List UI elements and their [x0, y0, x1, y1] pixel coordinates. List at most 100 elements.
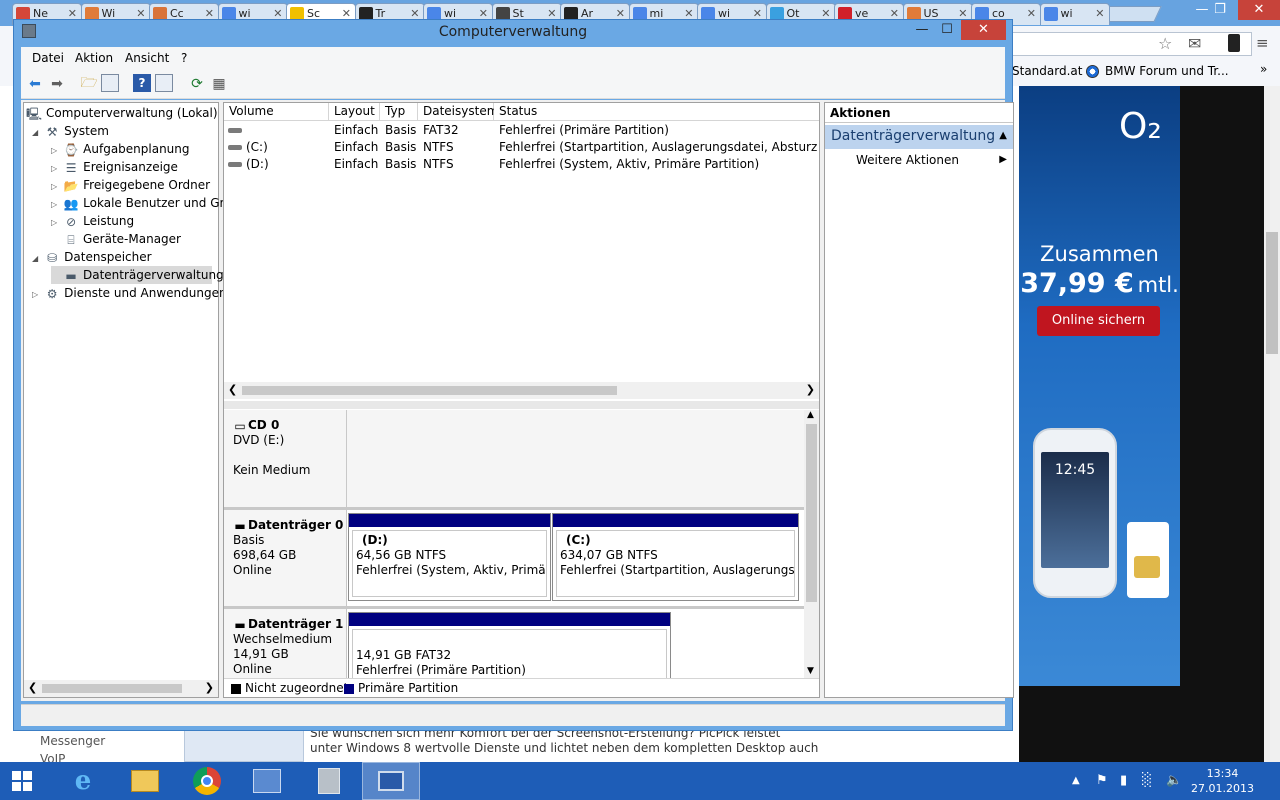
partition-removable[interactable]: 14,91 GB FAT32 Fehlerfrei (Primäre Parti…: [348, 612, 671, 678]
disk-label-disk1[interactable]: ▬ Datenträger 1 Wechselmedium 14,91 GB On…: [224, 609, 347, 678]
column-header-typ[interactable]: Typ: [380, 103, 418, 121]
star-icon[interactable]: ☆: [1158, 34, 1172, 53]
column-header-volume[interactable]: Volume: [224, 103, 329, 121]
forward-arrow-icon[interactable]: ➡: [47, 74, 67, 94]
pane-splitter[interactable]: [224, 401, 819, 409]
actions-section-disk-management[interactable]: Datenträgerverwaltung ▲: [825, 125, 1013, 149]
show-hidden-icons[interactable]: ▲: [1072, 775, 1080, 786]
collapse-icon[interactable]: ▲: [999, 130, 1007, 141]
back-arrow-icon[interactable]: ⬅: [25, 74, 45, 94]
show-action-pane-icon[interactable]: [155, 74, 173, 92]
disk-label-disk0[interactable]: ▬ Datenträger 0 Basis 698,64 GB Online: [224, 510, 347, 606]
taskbar-internet-explorer[interactable]: e: [54, 762, 112, 800]
taskbar-chrome[interactable]: [178, 762, 236, 800]
tree-expand-icon[interactable]: ◢: [32, 254, 38, 263]
browser-restore-button[interactable]: ❐: [1204, 0, 1236, 20]
taskbar-computer-management[interactable]: [362, 762, 420, 800]
scroll-up-icon[interactable]: ▲: [807, 410, 814, 420]
tree-expand-icon[interactable]: ▷: [51, 146, 57, 155]
scrollbar-thumb[interactable]: [242, 386, 617, 395]
tree-expand-icon[interactable]: ▷: [32, 290, 38, 299]
help-icon[interactable]: ?: [133, 74, 151, 92]
tree-item[interactable]: ◢ ⛁ Datenspeicher: [32, 248, 152, 266]
browser-vertical-scrollbar[interactable]: [1264, 86, 1280, 762]
disk-label-cd0[interactable]: ▭ CD 0 DVD (E:) Kein Medium: [224, 410, 347, 507]
tree-item[interactable]: ◢ ⚒ System: [32, 122, 109, 140]
advertisement-banner[interactable]: O₂ Zusammen 37,99 € mtl. Online sichern …: [1019, 86, 1180, 686]
tree-horizontal-scrollbar[interactable]: ❮ ❯: [24, 680, 218, 697]
show-hide-console-tree-icon[interactable]: [101, 74, 119, 92]
bookmark-standard[interactable]: Standard.at: [1012, 64, 1082, 78]
minimize-button[interactable]: —: [911, 20, 933, 40]
mail-icon[interactable]: ✉: [1188, 34, 1201, 53]
menu-datei[interactable]: Datei: [32, 51, 64, 65]
tree-item[interactable]: ▷ 📂 Freigegebene Ordner: [51, 176, 210, 194]
volume-horizontal-scrollbar[interactable]: ❮ ❯: [224, 382, 819, 399]
page-sidebar-item[interactable]: Messenger: [40, 734, 105, 748]
menu-aktion[interactable]: Aktion: [75, 51, 113, 65]
refresh-icon[interactable]: ⟳: [187, 74, 207, 94]
column-header-layout[interactable]: Layout: [329, 103, 380, 121]
address-bar[interactable]: [1000, 32, 1252, 56]
scrollbar-thumb[interactable]: [42, 684, 182, 693]
battery-icon[interactable]: ▮: [1120, 773, 1127, 788]
scroll-left-icon[interactable]: ❮: [28, 681, 37, 694]
tree-expand-icon[interactable]: ▷: [51, 218, 57, 227]
browser-close-button[interactable]: ✕: [1238, 0, 1280, 20]
menu-icon[interactable]: ≡: [1256, 34, 1269, 52]
bookmark-bmw-forum[interactable]: BMW Forum und Tr...: [1105, 64, 1229, 78]
tree-expand-icon[interactable]: ▷: [51, 200, 57, 209]
start-button[interactable]: [0, 762, 44, 800]
users-icon: 👥: [63, 196, 79, 211]
scroll-right-icon[interactable]: ❯: [806, 383, 815, 396]
more-bookmarks-icon[interactable]: »: [1260, 62, 1267, 76]
properties-icon[interactable]: ▦: [209, 74, 229, 94]
page-dark-area: [1019, 686, 1180, 762]
tree-item[interactable]: 🖳 Computerverwaltung (Lokal): [26, 104, 218, 122]
taskbar-file-explorer[interactable]: [116, 762, 174, 800]
tree-item[interactable]: ▷ ⚙ Dienste und Anwendungen: [32, 284, 227, 302]
browser-scrollbar-thumb[interactable]: [1266, 232, 1278, 354]
menu-help[interactable]: ?: [181, 51, 187, 65]
column-header-status[interactable]: Status: [494, 103, 819, 121]
more-actions-item[interactable]: Weitere Aktionen ▶: [825, 153, 1013, 171]
taskbar-control-panel[interactable]: [238, 762, 296, 800]
tree-item[interactable]: ▷ ⌚ Aufgabenplanung: [51, 140, 190, 158]
tree-item[interactable]: ▷ ⊘ Leistung: [51, 212, 134, 230]
network-signal-icon[interactable]: ░: [1142, 773, 1152, 788]
menu-bar: Datei Aktion Ansicht ?: [21, 47, 1005, 69]
online-sichern-button[interactable]: Online sichern: [1037, 306, 1160, 336]
volume-row[interactable]: Einfach Basis FAT32 Fehlerfrei (Primäre Par…: [224, 122, 819, 139]
taskbar-device-manager[interactable]: [300, 762, 358, 800]
tree-item[interactable]: ▬ Datenträgerverwaltung: [51, 266, 224, 284]
tree-item[interactable]: ⌸ Geräte-Manager: [51, 230, 181, 248]
scroll-right-icon[interactable]: ❯: [205, 681, 214, 694]
tree-expand-icon[interactable]: ◢: [32, 128, 38, 137]
tab-close-icon[interactable]: ✕: [1027, 4, 1036, 24]
maximize-button[interactable]: ☐: [936, 20, 958, 40]
up-folder-icon[interactable]: 🗁: [79, 74, 99, 94]
scroll-down-icon[interactable]: ▼: [807, 666, 814, 676]
volume-row[interactable]: (D:) Einfach Basis NTFS Fehlerfrei (System, …: [224, 156, 819, 173]
scroll-left-icon[interactable]: ❮: [228, 383, 237, 396]
phone-icon[interactable]: [1228, 34, 1240, 52]
clock[interactable]: 13:34 27.01.2013: [1191, 766, 1254, 796]
window-titlebar[interactable]: Computerverwaltung — ☐ ✕: [14, 20, 1012, 46]
browser-tab[interactable]: wi ✕: [1039, 3, 1110, 25]
tree-expand-icon[interactable]: ▷: [51, 164, 57, 173]
menu-ansicht[interactable]: Ansicht: [125, 51, 169, 65]
tree-item[interactable]: ▷ ☰ Ereignisanzeige: [51, 158, 178, 176]
action-center-flag-icon[interactable]: ⚑: [1096, 773, 1108, 788]
tab-close-icon[interactable]: ✕: [1095, 4, 1104, 24]
partition-d[interactable]: (D:) 64,56 GB NTFS Fehlerfrei (System, A…: [348, 513, 551, 601]
graph-vertical-scrollbar[interactable]: ▲ ▼: [804, 410, 819, 678]
tree-expand-icon[interactable]: ▷: [51, 182, 57, 191]
close-button[interactable]: ✕: [961, 20, 1006, 40]
volume-row[interactable]: (C:) Einfach Basis NTFS Fehlerfrei (Startpar…: [224, 139, 819, 156]
column-header-dateisystem[interactable]: Dateisystem: [418, 103, 498, 121]
article-thumbnail[interactable]: [184, 730, 304, 762]
volume-cell-volume: [246, 122, 346, 139]
scrollbar-thumb[interactable]: [806, 424, 817, 602]
partition-c[interactable]: (C:) 634,07 GB NTFS Fehlerfrei (Startpar…: [552, 513, 799, 601]
volume-icon[interactable]: 🔈: [1166, 773, 1182, 788]
